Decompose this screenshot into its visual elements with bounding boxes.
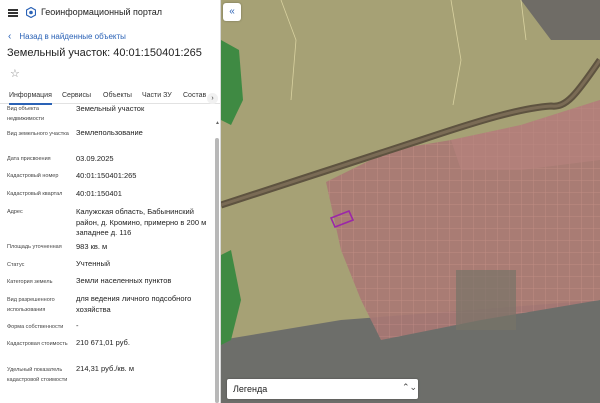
- attr-value: -: [76, 321, 79, 330]
- portal-logo-icon: [26, 7, 36, 18]
- tab-info[interactable]: Информация: [9, 92, 52, 105]
- double-chevron-left-icon[interactable]: «: [223, 3, 241, 21]
- tab-objects[interactable]: Объекты: [103, 92, 132, 99]
- attr-value: Земельный участок: [76, 105, 145, 113]
- tab-composition[interactable]: Состав: [183, 92, 206, 99]
- app-title: Геоинформационный портал: [41, 7, 162, 17]
- attr-label: Площадь уточненная: [7, 244, 62, 250]
- attr-value: 40:01:150401: [76, 189, 122, 198]
- tab-services[interactable]: Сервисы: [62, 92, 91, 99]
- attr-label: Категория земель: [7, 279, 53, 285]
- legend-label: Легенда: [233, 384, 268, 394]
- tab-bar: Информация Сервисы Объекты Части ЗУ Сост…: [0, 90, 220, 105]
- legend-dropdown[interactable]: Легенда ⌃⌄: [227, 379, 418, 399]
- attr-value: Землепользование: [76, 128, 143, 137]
- star-icon[interactable]: ☆: [10, 67, 20, 80]
- chevron-right-icon[interactable]: ›: [207, 93, 218, 104]
- chevron-updown-icon: ⌃⌄: [402, 382, 418, 392]
- attr-label: Кадастровый квартал: [7, 191, 63, 197]
- attr-label: Форма собственности: [7, 324, 64, 330]
- map-layer: [221, 0, 600, 403]
- attr-value: для ведения личного подсобного хозяйства: [76, 294, 192, 314]
- panel-scrollbar[interactable]: ▲: [214, 120, 220, 403]
- attr-label: Вид объекта недвижимости: [7, 106, 45, 122]
- map-canvas[interactable]: [221, 0, 600, 403]
- chevron-left-icon: ‹: [8, 31, 12, 42]
- attr-label: Вид земельного участка: [7, 131, 69, 137]
- tab-parts[interactable]: Части ЗУ: [142, 92, 172, 99]
- attr-value: 210 671,01 руб.: [76, 338, 130, 347]
- attr-value: 983 кв. м: [76, 242, 108, 251]
- attr-value: 214,31 руб./кв. м: [76, 364, 134, 373]
- attribute-list: Вид объекта недвижимости Земельный участ…: [0, 105, 214, 403]
- attr-label: Удельный показатель кадастровой стоимост…: [7, 367, 68, 383]
- hamburger-icon[interactable]: [8, 9, 18, 17]
- info-panel: Геоинформационный портал ‹ Назад в найде…: [0, 0, 221, 403]
- attr-value: Учтенный: [76, 259, 111, 268]
- attr-label: Кадастровый номер: [7, 173, 59, 179]
- app-header: Геоинформационный портал: [0, 0, 220, 27]
- attr-label: Адрес: [7, 209, 23, 215]
- attr-label: Дата присвоения: [7, 156, 51, 162]
- attr-label: Вид разрешенного использования: [7, 297, 55, 313]
- attr-value: 40:01:150401:265: [76, 171, 137, 180]
- attr-label: Кадастровая стоимость: [7, 341, 68, 347]
- back-to-results-link[interactable]: ‹ Назад в найденные объекты: [8, 31, 126, 42]
- attr-value: Калужская область, Бабынинский район, д.…: [76, 207, 207, 237]
- page-title: Земельный участок: 40:01:150401:265: [7, 47, 202, 59]
- attr-label: Статус: [7, 262, 25, 268]
- attr-value: 03.09.2025: [76, 154, 114, 163]
- back-link-label: Назад в найденные объекты: [19, 32, 126, 41]
- attr-value: Земли населенных пунктов: [76, 276, 172, 285]
- scroll-thumb[interactable]: [215, 138, 219, 403]
- scroll-up-arrow-icon[interactable]: ▲: [215, 120, 220, 126]
